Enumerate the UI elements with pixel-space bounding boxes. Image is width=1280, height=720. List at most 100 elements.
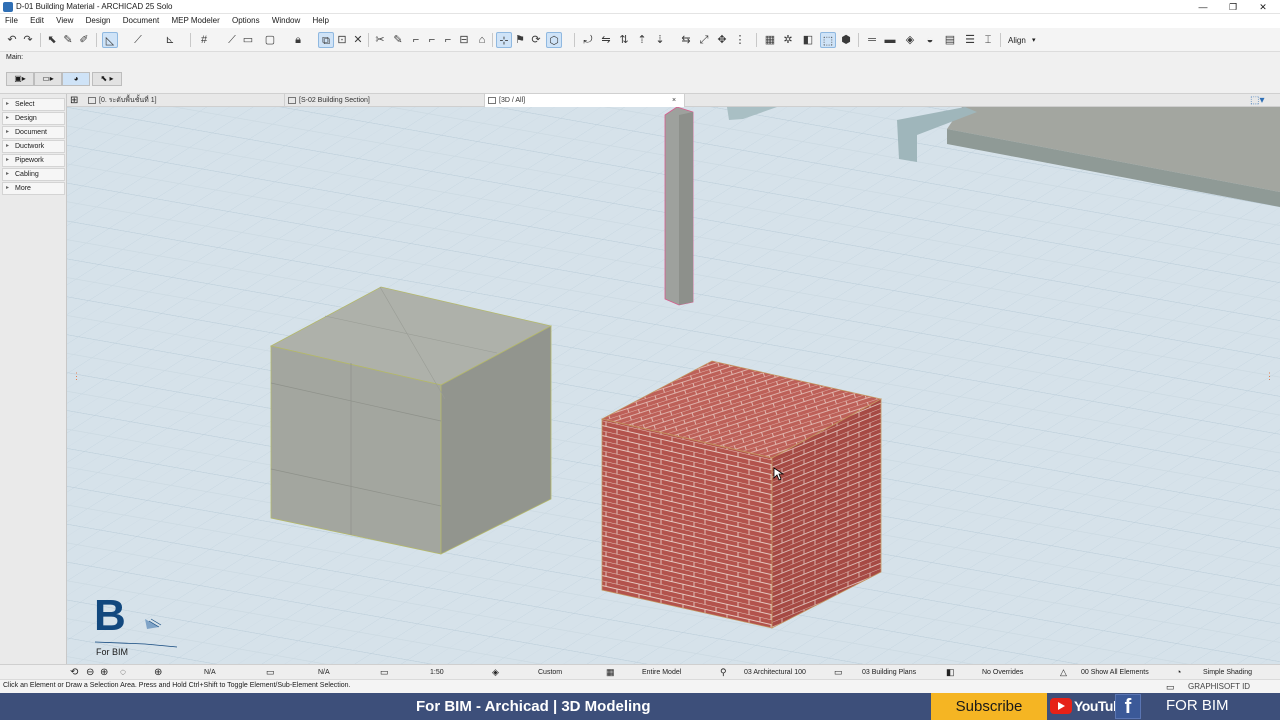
zoom-window-icon[interactable]: ⊡ [334,32,350,48]
tab-close-icon[interactable]: × [672,94,676,107]
offset-icon[interactable]: ⌐ [440,32,456,48]
distribute-icon[interactable]: ⌶ [980,32,996,48]
beam-icon[interactable]: ═ [864,32,880,48]
structural-display-value[interactable]: Entire Model [642,667,681,678]
chevron-down-icon[interactable]: ▾ [1032,36,1036,44]
shading-value[interactable]: Simple Shading [1203,667,1252,678]
toolbox-more[interactable]: More [2,182,65,195]
toolbox-ductwork[interactable]: Ductwork [2,140,65,153]
align-top-icon[interactable]: ⇡ [634,32,650,48]
graphic-override-value[interactable]: No Overrides [982,667,1023,678]
lock-icon[interactable]: 🔒︎ [290,32,306,48]
selection-method-button[interactable]: ▭▸ [34,72,62,86]
pick-up-icon[interactable]: ✎ [60,32,76,48]
pen-set-value[interactable]: 03 Architectural 100 [744,667,806,678]
arrow-select-icon[interactable]: ⬉ [44,32,60,48]
solid-icon[interactable]: ⬢ [838,32,854,48]
slab-icon[interactable]: ▬ [882,32,898,48]
arrow-tool-button[interactable]: ⬉ ▸ [92,72,122,86]
shell-icon[interactable]: ◒ [922,32,938,48]
flag-icon[interactable]: ⚑ [512,32,528,48]
renovation-filter-value[interactable]: 00 Show All Elements [1081,667,1149,678]
undo-zoom-icon[interactable]: ⟲ [70,667,78,678]
zoom-in-icon[interactable]: ⊕ [100,667,108,678]
opening-icon[interactable]: ◧ [800,32,816,48]
concrete-cube[interactable] [269,286,553,555]
drag-icon[interactable]: ✥ [714,32,730,48]
pen-icon[interactable]: ⟋ [224,32,240,48]
magic-wand-icon[interactable]: ◺ [102,32,118,48]
brick-cube[interactable] [600,360,883,629]
orbit-icon[interactable]: ⟳ [528,32,544,48]
stair-icon[interactable]: ☰ [962,32,978,48]
fillet-icon[interactable]: ⌐ [408,32,424,48]
elevate-icon[interactable]: ⇅ [616,32,632,48]
menu-edit[interactable]: Edit [25,14,49,28]
rotate-icon[interactable]: ⤾ [580,32,596,48]
tab-grid-icon[interactable]: ⊞ [70,95,78,106]
fill-icon[interactable]: ▢ [262,32,278,48]
chamfer-icon[interactable]: ⌐ [424,32,440,48]
graphisoft-id-label[interactable]: GRAPHISOFT ID [1188,682,1250,691]
view-settings-icon[interactable]: ⬚▾ [1250,95,1264,106]
zoom-icon[interactable]: ⊕ [154,667,162,678]
menu-window[interactable]: Window [267,14,305,28]
marquee-icon[interactable]: ▭ [240,32,256,48]
distance-value[interactable]: N/A [318,667,330,678]
menu-mep-modeler[interactable]: MEP Modeler [166,14,224,28]
layers-icon[interactable]: ⧉ [318,32,334,48]
stretch-icon[interactable]: ⇆ [678,32,694,48]
scale-value[interactable]: 1:50 [430,667,444,678]
wall-icon[interactable]: ▦ [762,32,778,48]
grid-icon[interactable]: # [196,32,212,48]
box-icon[interactable]: ⬚ [820,32,836,48]
3d-view-icon[interactable]: ⬡ [546,32,562,48]
roof-icon[interactable]: ⌂ [474,32,490,48]
tab-floor-plan[interactable]: [0. ระดับพื้นชั้นที่ 1] [85,94,285,107]
toolbox-cabling[interactable]: Cabling [2,168,65,181]
menu-design[interactable]: Design [81,14,116,28]
menu-file[interactable]: File [0,14,23,28]
tab-3d-view[interactable]: [3D / All] × [485,94,685,107]
close-window-button[interactable]: ✕ [1248,0,1278,14]
resize-icon[interactable]: ⤢ [696,32,712,48]
orbit-mode-icon[interactable]: ◌ [120,667,126,678]
morph-icon[interactable]: ◈ [902,32,918,48]
angle-value[interactable]: N/A [204,667,216,678]
delete-icon[interactable]: ✕ [350,32,366,48]
explode-icon[interactable]: ✲ [780,32,796,48]
toolbox-select[interactable]: Select [2,98,65,111]
rotate-method-button[interactable]: ◕ [62,72,90,86]
model-view-value[interactable]: 03 Building Plans [862,667,916,678]
menu-help[interactable]: Help [308,14,334,28]
multiply-icon[interactable]: ⋮ [732,32,748,48]
snap-icon[interactable]: ⊾ [162,32,178,48]
menu-options[interactable]: Options [227,14,265,28]
zoom-out-icon[interactable]: ⊖ [86,667,94,678]
menu-view[interactable]: View [51,14,78,28]
3d-viewport[interactable]: ⋮ ⋮ B For BIM [67,107,1280,664]
eyedropper-icon[interactable]: ✎ [390,32,406,48]
tab-building-section[interactable]: [S-02 Building Section] [285,94,485,107]
split-icon[interactable]: ⊟ [456,32,472,48]
guide-line-icon[interactable]: ⟋ [130,32,146,48]
maximize-button[interactable]: ❐ [1218,0,1248,14]
curtain-wall-icon[interactable]: ▤ [942,32,958,48]
subscribe-button[interactable]: Subscribe [931,693,1047,720]
align-dropdown[interactable]: Align [1008,36,1026,45]
3d-scene[interactable]: ⋮ ⋮ [67,107,1280,664]
layer-combination-value[interactable]: Custom [538,667,562,678]
toolbox-document[interactable]: Document [2,126,65,139]
inject-icon[interactable]: ✐ [76,32,92,48]
geometry-method-button[interactable]: ▣▸ [6,72,34,86]
trim-icon[interactable]: ✂ [372,32,388,48]
align-bottom-icon[interactable]: ⇣ [652,32,668,48]
toolbox-design[interactable]: Design [2,112,65,125]
minimize-button[interactable]: — [1188,0,1218,14]
selection-icon[interactable]: ⊹ [496,32,512,48]
redo-icon[interactable]: ↷ [20,32,36,48]
menu-document[interactable]: Document [118,14,164,28]
mirror-icon[interactable]: ⇋ [598,32,614,48]
toolbox-pipework[interactable]: Pipework [2,154,65,167]
undo-icon[interactable]: ↶ [4,32,20,48]
